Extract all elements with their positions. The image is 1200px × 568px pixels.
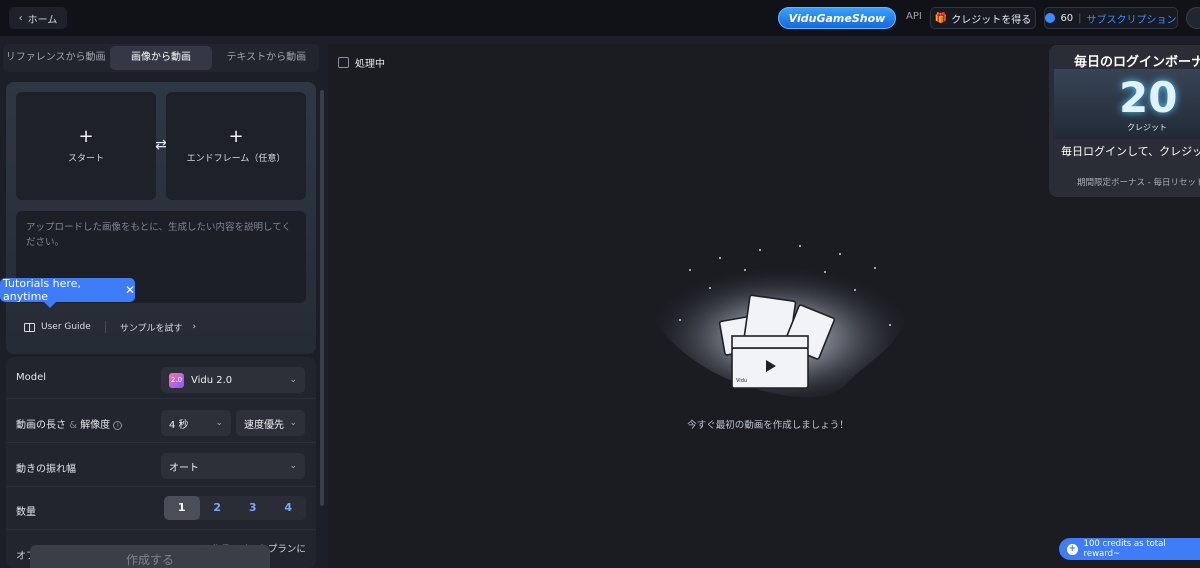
clapperboard-logo: Vidu [736,378,747,384]
upload-card: + スタート ⇄ + エンドフレーム（任意） User Guide サンプルを試… [6,82,316,354]
resolution-select[interactable]: 速度優先 ⌄ [236,410,305,436]
plus-icon: + [228,125,244,147]
length-value: 4 秒 [169,419,189,431]
daily-login-bonus-card[interactable]: 毎日のログインボーナス 20 クレジット 毎日ログインして、クレジット! 期間限… [1049,45,1200,197]
model-row: Model 2.0 Vidu 2.0 ⌄ [6,357,316,399]
subscription-button[interactable]: 60 | サブスクリプション [1044,7,1178,29]
motion-label: 動きの振れ幅 [16,464,76,475]
home-label: ホーム [27,14,58,26]
chevron-down-icon: ⌄ [289,375,297,385]
empty-state-text: 今すぐ最初の動画を作成しましょう！ [687,420,849,431]
bonus-title: 毎日のログインボーナス [1074,55,1200,70]
vidu-logo-icon: 2.0 [169,372,184,388]
chevron-left-icon: ‹ [18,12,23,24]
mode-tabs: リファレンスから動画 画像から動画 テキストから動画 [3,44,319,72]
start-frame-upload[interactable]: + スタート [16,92,156,200]
quantity-option-2[interactable]: 2 [200,496,236,520]
get-credits-button[interactable]: 🎁 クレジットを得る [930,7,1036,29]
motion-value: オート [169,462,199,474]
reward-pill[interactable]: + 100 credits as total reward~ [1059,538,1200,560]
try-sample-link[interactable]: サンプルを試す [120,321,183,334]
create-button[interactable]: 作成する [30,545,270,568]
chevron-down-icon: ⌄ [215,418,223,428]
tab-text-to-video[interactable]: テキストから動画 [216,46,317,70]
user-guide-link[interactable]: User Guide [41,322,91,332]
info-icon[interactable]: i [113,421,123,430]
brand-logo[interactable]: ViduGameShow [778,7,896,29]
quantity-option-1[interactable]: 1 [164,496,200,520]
end-frame-label: エンドフレーム（任意） [186,153,286,164]
chevron-right-icon: › [192,322,197,332]
model-label: Model [16,372,47,383]
quantity-option-3[interactable]: 3 [235,496,271,520]
tab-reference-to-video[interactable]: リファレンスから動画 [5,46,106,70]
empty-state-illustration: Vidu [654,245,906,398]
divider [104,321,106,333]
model-value: Vidu 2.0 [191,374,233,386]
plus-icon: + [78,125,94,147]
left-panel: リファレンスから動画 画像から動画 テキストから動画 + スタート ⇄ + エン… [0,44,319,568]
length-resolution-label: 動画の長さ & 解像度 i [16,416,123,431]
get-credits-label: クレジットを得る [951,14,1032,26]
separator: | [1078,12,1082,24]
bonus-amount: 20 [1119,73,1178,122]
quantity-selector: 1 2 3 4 [164,496,306,520]
length-resolution-row: 動画の長さ & 解像度 i 4 秒 ⌄ 速度優先 ⌄ [6,401,316,443]
top-bar: ‹ ホーム ViduGameShow API 🎁 クレジットを得る 60 | サ… [0,0,1200,36]
quantity-option-4[interactable]: 4 [271,496,307,520]
subscription-label: サブスクリプション [1086,14,1177,26]
api-link[interactable]: API [906,11,922,22]
credits-count: 60 [1060,12,1074,24]
motion-select[interactable]: オート ⌄ [161,453,305,479]
gift-icon: 🎁 [934,12,948,24]
bonus-unit: クレジット [1127,123,1167,132]
processing-checkbox[interactable] [338,57,349,68]
close-icon[interactable]: ✕ [125,283,135,297]
quantity-row: 数量 1 2 3 4 [6,488,316,530]
end-frame-upload[interactable]: + エンドフレーム（任意） [166,92,306,200]
processing-label: 処理中 [355,59,385,70]
user-avatar-button[interactable] [1186,7,1200,29]
resolution-value: 速度優先 [244,419,284,431]
bonus-description: 毎日ログインして、クレジット! [1061,145,1200,158]
length-select[interactable]: 4 秒 ⌄ [161,410,231,436]
processing-filter[interactable]: 処理中 [338,55,385,70]
model-select[interactable]: 2.0 Vidu 2.0 ⌄ [161,367,305,393]
settings-card: Model 2.0 Vidu 2.0 ⌄ 動画の長さ & 解像度 i 4 秒 ⌄… [6,357,316,568]
motion-row: 動きの振れ幅 オート ⌄ [6,445,316,487]
tutorial-tooltip-text: Tutorials here, anytime [3,277,81,303]
plus-circle-icon: + [1067,543,1078,555]
start-frame-label: スタート [67,153,104,164]
tab-image-to-video[interactable]: 画像から動画 [110,46,212,70]
chevron-down-icon: ⌄ [289,461,297,471]
bonus-subtext: 期間限定ボーナス - 毎日リセット [1077,178,1200,188]
guide-row: User Guide サンプルを試す › [24,319,196,335]
credit-coin-icon [1045,13,1056,23]
reward-text: 100 credits as total reward~ [1083,539,1166,559]
quantity-label: 数量 [16,507,36,518]
chevron-down-icon: ⌄ [289,418,297,428]
home-button[interactable]: ‹ ホーム [9,7,67,29]
tutorial-tooltip: Tutorials here, anytime ✕ [0,277,135,308]
book-icon [24,322,35,332]
left-panel-scrollbar[interactable] [320,90,324,506]
